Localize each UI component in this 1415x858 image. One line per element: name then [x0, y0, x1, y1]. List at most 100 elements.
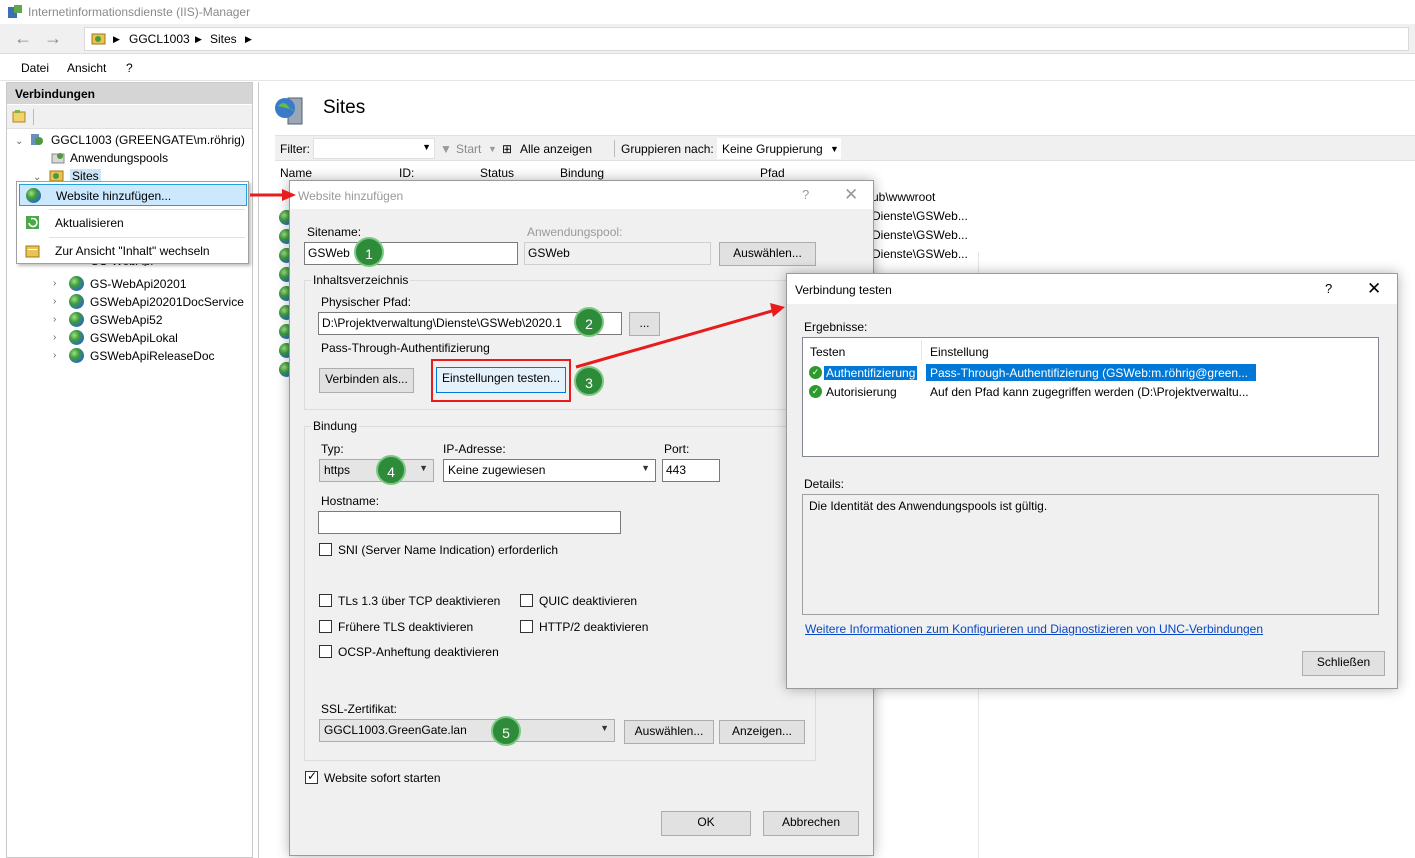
show-all-button[interactable]: Alle anzeigen [520, 142, 592, 156]
column-header-status[interactable]: Status [480, 166, 514, 180]
back-arrow-icon[interactable]: ← [10, 28, 36, 50]
server-icon [91, 33, 106, 45]
breadcrumb-sites[interactable]: Sites [210, 32, 237, 46]
breadcrumb-server[interactable]: GGCL1003 [129, 32, 190, 46]
ok-button[interactable]: OK [661, 811, 751, 836]
tls13-checkbox[interactable] [319, 594, 332, 607]
sitename-input[interactable]: GSWeb [304, 242, 518, 265]
column-header-binding[interactable]: Bindung [560, 166, 604, 180]
ssl-view-button[interactable]: Anzeigen... [719, 720, 805, 744]
group-by-select[interactable]: Keine Gruppierung [722, 142, 823, 156]
chevron-right-icon[interactable]: › [53, 278, 56, 289]
chevron-down-icon[interactable]: ▼ [830, 144, 839, 154]
tree-app-pools[interactable]: Anwendungspools [70, 151, 168, 165]
old-tls-checkbox[interactable] [319, 620, 332, 633]
help-button[interactable]: ? [802, 187, 809, 202]
quic-checkbox[interactable] [520, 594, 533, 607]
start-now-label: Website sofort starten [324, 771, 441, 785]
start-now-checkbox[interactable] [305, 769, 318, 784]
annotation-badge: 5 [491, 716, 521, 746]
chevron-down-icon[interactable]: ▼ [488, 144, 497, 154]
menu-ansicht[interactable]: Ansicht [67, 61, 106, 75]
globe-icon [69, 330, 84, 345]
funnel-icon[interactable]: ▼ [440, 142, 452, 156]
http2-label: HTTP/2 deaktivieren [539, 620, 649, 634]
test-settings-button[interactable]: Einstellungen testen... [436, 367, 566, 393]
port-input[interactable]: 443 [662, 459, 720, 482]
refresh-icon [26, 216, 39, 229]
tree-site[interactable]: GSWebApi52 [90, 313, 163, 327]
menu-item-refresh[interactable]: Aktualisieren [19, 212, 247, 234]
connections-header: Verbindungen [7, 83, 252, 104]
breadcrumb[interactable]: ▶ GGCL1003 ▶ Sites ▶ [84, 27, 1409, 51]
globe-icon [69, 294, 84, 309]
unc-help-link[interactable]: Weitere Informationen zum Konfigurieren … [805, 622, 1263, 636]
separator [49, 237, 245, 238]
type-label: Typ: [321, 442, 344, 456]
passthrough-label: Pass-Through-Authentifizierung [321, 341, 490, 355]
ip-address-select[interactable]: Keine zugewiesen ▼ [443, 459, 656, 482]
annotation-badge: 4 [376, 455, 406, 485]
details-label: Details: [804, 477, 845, 491]
tree-server[interactable]: GGCL1003 (GREENGATE\m.röhrig) [51, 133, 245, 147]
site-path-cell: ub\wwwroot [872, 190, 936, 204]
chevron-down-icon: ▼ [641, 463, 650, 473]
close-icon[interactable]: ✕ [1367, 279, 1381, 299]
column-header-path[interactable]: Pfad [760, 166, 785, 180]
http2-checkbox[interactable] [520, 620, 533, 633]
menu-help[interactable]: ? [126, 61, 133, 75]
page-title: Sites [323, 97, 366, 118]
server-icon [31, 134, 43, 145]
menu-bar: Datei Ansicht ? [0, 55, 1415, 81]
hostname-input[interactable] [318, 511, 621, 534]
content-directory-label: Inhaltsverzeichnis [311, 273, 411, 287]
chevron-right-icon: ▶ [195, 34, 202, 44]
start-button[interactable]: Start [456, 142, 481, 156]
ssl-select-button[interactable]: Auswählen... [624, 720, 714, 744]
menu-item-content-view[interactable]: Zur Ansicht "Inhalt" wechseln [19, 240, 247, 262]
close-icon[interactable]: ✕ [844, 185, 858, 205]
menu-datei[interactable]: Datei [21, 61, 49, 75]
sitename-label: Sitename: [307, 225, 362, 239]
ocsp-checkbox[interactable] [319, 645, 332, 658]
app-pool-input: GSWeb [524, 242, 711, 265]
new-connection-icon[interactable] [12, 109, 26, 123]
result-row[interactable]: ✓ Authentifizierung Pass-Through-Authent… [808, 364, 1256, 381]
chevron-right-icon[interactable]: › [53, 350, 56, 361]
close-button[interactable]: Schließen [1302, 651, 1385, 676]
result-row[interactable]: ✓ Autorisierung Auf den Pfad kann zugegr… [808, 383, 1256, 400]
filter-input[interactable]: ▼ [313, 138, 435, 159]
context-menu: Website hinzufügen... Aktualisieren Zur … [16, 181, 249, 264]
column-header-test[interactable]: Testen [810, 345, 845, 359]
chevron-down-icon[interactable]: ⌄ [15, 136, 23, 147]
select-pool-button[interactable]: Auswählen... [719, 242, 816, 266]
show-all-icon: ⊞ [502, 142, 513, 156]
tree-site[interactable]: GSWebApi20201DocService [90, 295, 244, 309]
connect-as-button[interactable]: Verbinden als... [319, 368, 414, 393]
column-header-id[interactable]: ID: [399, 166, 414, 180]
cancel-button[interactable]: Abbrechen [763, 811, 859, 836]
chevron-right-icon[interactable]: › [53, 296, 56, 307]
annotation-badge: 2 [574, 307, 604, 337]
annotation-badge: 1 [354, 237, 384, 267]
check-icon: ✓ [809, 385, 822, 398]
browse-button[interactable]: ... [629, 312, 660, 336]
chevron-right-icon[interactable]: › [53, 314, 56, 325]
forward-arrow-icon[interactable]: → [40, 28, 66, 50]
column-header-name[interactable]: Name [280, 166, 312, 180]
chevron-right-icon[interactable]: › [53, 332, 56, 343]
column-header-setting[interactable]: Einstellung [930, 345, 989, 359]
chevron-down-icon: ▼ [600, 723, 609, 733]
annotation-badge: 3 [574, 366, 604, 396]
menu-item-add-website[interactable]: Website hinzufügen... [19, 184, 247, 206]
ssl-certificate-select[interactable]: GGCL1003.GreenGate.lan ▼ [319, 719, 615, 742]
sni-checkbox[interactable] [319, 543, 332, 556]
chevron-right-icon: ▶ [113, 34, 120, 44]
content-view-icon [25, 245, 40, 258]
tree-site[interactable]: GSWebApiLokal [90, 331, 178, 345]
help-button[interactable]: ? [1325, 281, 1332, 296]
tree-site[interactable]: GS-WebApi20201 [90, 277, 187, 291]
connections-toolbar [7, 105, 252, 129]
tls13-label: TLs 1.3 über TCP deaktivieren [338, 594, 501, 608]
tree-site[interactable]: GSWebApiReleaseDoc [90, 349, 215, 363]
